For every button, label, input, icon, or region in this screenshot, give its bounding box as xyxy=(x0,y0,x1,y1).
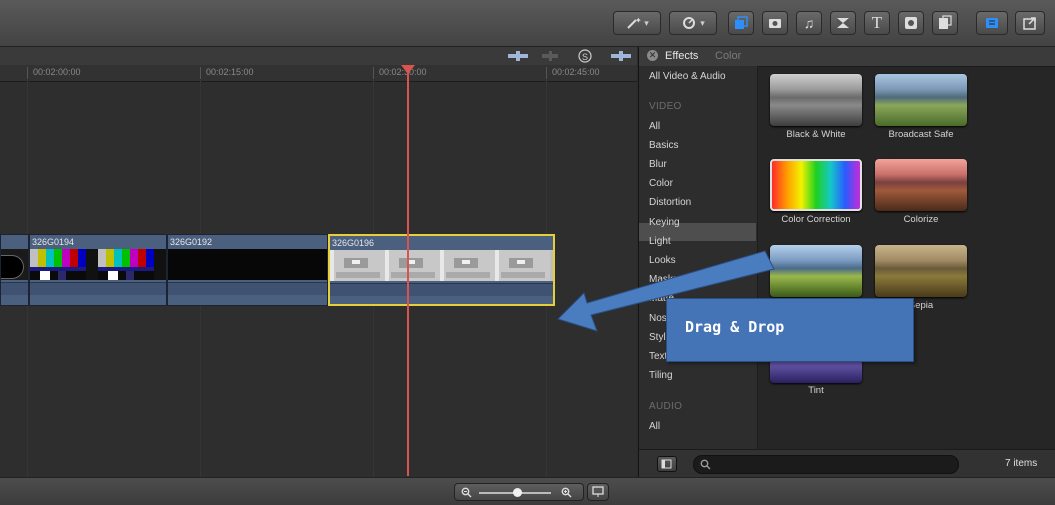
share-icon[interactable] xyxy=(1015,11,1045,35)
category-item[interactable]: Masks xyxy=(649,274,678,285)
category-item[interactable]: All Video & Audio xyxy=(649,71,726,82)
effect-thumbnail-sepia[interactable] xyxy=(875,245,967,297)
drag-drop-callout: Drag & Drop xyxy=(666,298,914,362)
ruler-tick: 00:02:15:00 xyxy=(206,67,254,77)
effect-label: Colorize xyxy=(903,214,939,225)
clip-thumbnails-black xyxy=(168,249,327,280)
effect-thumbnail-color-correction[interactable] xyxy=(770,159,862,211)
callout-text: Drag & Drop xyxy=(685,318,785,336)
effects-browser: ✕ Effects Color All Video & Audio VIDEO … xyxy=(638,47,1055,478)
playhead[interactable] xyxy=(407,66,409,476)
category-list: All Video & Audio VIDEO All Basics Blur … xyxy=(639,66,758,449)
sidebar-toggle-icon[interactable] xyxy=(657,456,677,472)
audio-skimming-icon[interactable] xyxy=(542,51,558,61)
tab-effects[interactable]: Effects xyxy=(665,50,698,62)
snapping-icon[interactable] xyxy=(611,51,631,61)
clip-appearance-icon xyxy=(592,486,604,497)
zoom-slider-knob[interactable] xyxy=(513,488,522,497)
solo-icon[interactable]: S xyxy=(578,49,592,63)
clip-name: 326G0194 xyxy=(32,237,75,247)
timeline-clip[interactable] xyxy=(0,234,29,306)
search-input[interactable] xyxy=(714,457,956,472)
category-item[interactable]: Light xyxy=(649,236,671,247)
inspector-icon[interactable] xyxy=(976,11,1008,35)
item-count: 7 items xyxy=(1005,458,1038,469)
category-header-video: VIDEO xyxy=(649,101,682,112)
svg-text:S: S xyxy=(582,52,588,62)
clip-thumbnails-color-bars xyxy=(30,249,166,280)
effects-browser-icon[interactable] xyxy=(728,11,754,35)
effect-thumbnail-black-white[interactable] xyxy=(770,74,862,126)
effect-thumbnail-broadcast-safe[interactable] xyxy=(875,74,967,126)
timeline[interactable]: S 00:02:00:00 00:02:15:00 00:02:30:00 00… xyxy=(0,47,637,477)
transitions-icon[interactable] xyxy=(830,11,856,35)
clip-name: 326G0192 xyxy=(170,237,213,247)
search-field[interactable] xyxy=(693,455,959,474)
zoom-control[interactable] xyxy=(454,483,584,501)
category-item[interactable]: Basics xyxy=(649,140,678,151)
photos-icon[interactable] xyxy=(762,11,788,35)
breadcrumb-category[interactable]: Color xyxy=(715,50,741,62)
ruler-tick: 00:02:00:00 xyxy=(33,67,81,77)
category-item[interactable]: Distortion xyxy=(649,197,691,208)
effect-label: Tint xyxy=(808,385,824,396)
category-item[interactable]: Blur xyxy=(649,159,667,170)
svg-text:✦: ✦ xyxy=(635,16,641,25)
browser-header: ✕ Effects Color xyxy=(639,47,1055,67)
browser-footer: 7 items xyxy=(639,449,1055,478)
effect-label: Black & White xyxy=(786,129,846,140)
timeline-header: S xyxy=(0,47,637,66)
bottom-bar xyxy=(0,477,1055,505)
clip-skimming-icon[interactable] xyxy=(508,51,528,61)
timeline-clip[interactable]: 326G0194 xyxy=(29,234,167,306)
zoom-out-icon[interactable] xyxy=(461,487,472,498)
timeline-ruler[interactable]: 00:02:00:00 00:02:15:00 00:02:30:00 00:0… xyxy=(0,65,637,82)
category-item[interactable]: Looks xyxy=(649,255,676,266)
effect-thumbnail[interactable] xyxy=(770,245,862,297)
effect-thumbnail-colorize[interactable] xyxy=(875,159,967,211)
clip-thumbnails-gray-pattern xyxy=(330,250,553,281)
clip-name: 326G0196 xyxy=(332,238,375,248)
close-icon[interactable]: ✕ xyxy=(647,50,658,61)
retime-icon[interactable] xyxy=(669,11,717,35)
category-header-audio: AUDIO xyxy=(649,401,683,412)
effect-label: Color Correction xyxy=(781,214,851,225)
themes-icon[interactable] xyxy=(932,11,958,35)
timeline-clip[interactable]: 326G0192 xyxy=(167,234,328,306)
magic-wand-icon[interactable]: ✦ xyxy=(613,11,661,35)
titles-icon[interactable]: T xyxy=(864,11,890,35)
category-item[interactable]: All xyxy=(649,121,660,132)
clip-appearance-button[interactable] xyxy=(587,483,609,501)
search-icon xyxy=(700,459,711,470)
zoom-in-icon[interactable] xyxy=(561,487,572,498)
timeline-clip-selected[interactable]: 326G0196 xyxy=(328,234,555,306)
category-item[interactable]: All xyxy=(649,421,660,432)
category-item[interactable]: Tiling xyxy=(649,370,673,381)
generators-icon[interactable] xyxy=(898,11,924,35)
category-item[interactable]: Keying xyxy=(649,217,680,228)
music-icon[interactable]: ♫ xyxy=(796,11,822,35)
effect-label: Broadcast Safe xyxy=(888,129,954,140)
category-item-selected[interactable]: Color xyxy=(649,178,673,189)
ruler-tick: 00:02:45:00 xyxy=(552,67,600,77)
toolbar: ✦ ♫ T xyxy=(0,0,1055,47)
